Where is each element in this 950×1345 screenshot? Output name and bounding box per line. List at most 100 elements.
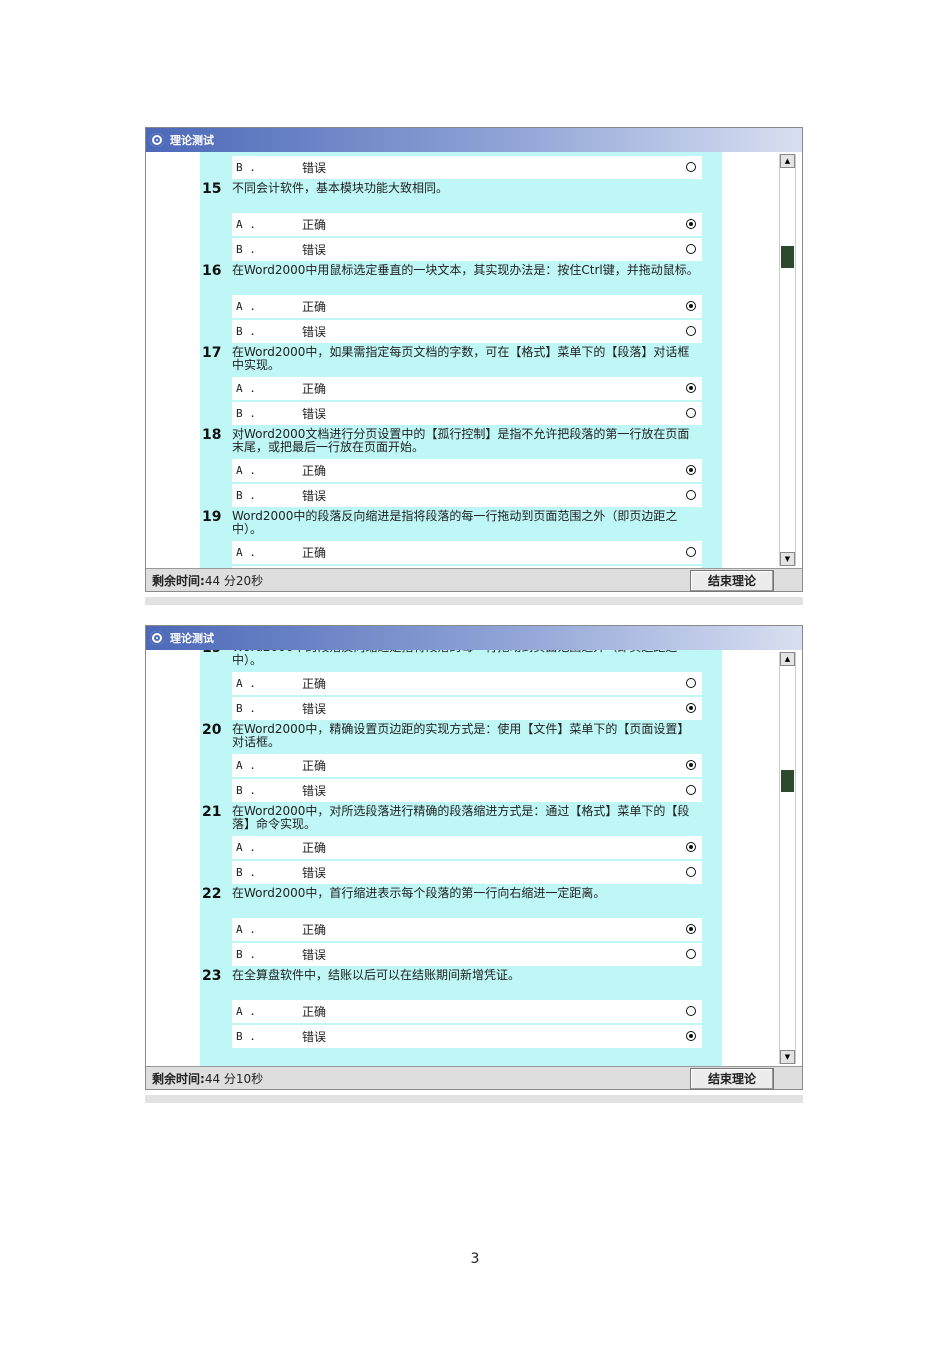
radio-option-b[interactable] <box>686 785 696 795</box>
question-list-area: 19 Word2000中的段落反向缩进是指将段落的每一行拖动到页面范围之外（即页边… <box>146 650 802 1066</box>
option-letter: B . <box>236 489 256 502</box>
radio-option-b[interactable] <box>686 326 696 336</box>
window-title: 理论测试 <box>170 632 214 645</box>
option-text: 正确 <box>302 923 327 937</box>
window-shadow <box>145 597 803 605</box>
option-text: 正确 <box>302 841 327 855</box>
option-row[interactable]: B . 错误 <box>232 697 702 720</box>
question-text: 不同会计软件，基本模块功能大致相同。 <box>232 181 449 195</box>
radio-option-b[interactable] <box>686 244 696 254</box>
option-row[interactable]: A . 正确 <box>232 213 702 236</box>
option-row[interactable]: A . 正确 <box>232 295 702 318</box>
option-text: 错误 <box>302 948 327 962</box>
status-bar: 剩余时间:44 分10秒 结束理论 <box>146 1066 802 1090</box>
radio-option-b[interactable] <box>686 1031 696 1041</box>
option-letter: B . <box>236 948 256 961</box>
question-item: 15 不同会计软件，基本模块功能大致相同。 A . 正确 B . 错误 <box>146 179 776 261</box>
question-header: Word2000中的段落反向缩进是指将段落的每一行拖动到页面范围之外（即页边距之… <box>200 507 722 539</box>
scroll-down-button[interactable]: ▼ <box>780 552 795 566</box>
option-row[interactable]: B . 错误 <box>232 861 702 884</box>
option-letter: B . <box>236 161 256 174</box>
option-letter: A . <box>236 841 256 854</box>
page-number: 3 <box>470 1251 480 1267</box>
option-row[interactable]: A . 正确 <box>232 836 702 859</box>
option-text: 正确 <box>302 1005 327 1019</box>
option-row[interactable]: B . 错误 <box>232 1025 702 1048</box>
option-letter: B . <box>236 866 256 879</box>
option-text: 错误 <box>302 407 327 421</box>
scroll-up-button[interactable]: ▲ <box>780 652 795 666</box>
scroll-thumb[interactable] <box>781 246 794 268</box>
radio-option-a[interactable] <box>686 678 696 688</box>
option-row[interactable]: A . 正确 <box>232 459 702 482</box>
radio-option-a[interactable] <box>686 760 696 770</box>
radio-option-a[interactable] <box>686 924 696 934</box>
question-item: 19 Word2000中的段落反向缩进是指将段落的每一行拖动到页面范围之外（即页边… <box>146 650 776 720</box>
option-text: 错误 <box>302 161 327 175</box>
timer-label: 剩余时间: <box>152 574 205 588</box>
radio-option-b[interactable] <box>686 162 696 172</box>
option-letter: A . <box>236 382 256 395</box>
scrollbar[interactable]: ▲ ▼ <box>779 652 796 1064</box>
question-number: 22 <box>202 886 222 902</box>
radio-option-b[interactable] <box>686 703 696 713</box>
question-header: 在Word2000中用鼠标选定垂直的一块文本，其实现办法是：按住Ctrl键，并拖… <box>200 261 722 293</box>
question-item: 17 在Word2000中，如果需指定每页文档的字数，可在【格式】菜单下的【段落】… <box>146 343 776 425</box>
option-letter: A . <box>236 677 256 690</box>
option-letter: B . <box>236 784 256 797</box>
question-text: Word2000中的段落反向缩进是指将段落的每一行拖动到页面范围之外（即页边距之… <box>232 509 678 536</box>
scroll-thumb[interactable] <box>781 770 794 792</box>
question-header: 在全算盘软件中，结账以后可以在结账期间新增凭证。 <box>200 966 722 998</box>
radio-option-b[interactable] <box>686 408 696 418</box>
question-number: 18 <box>202 427 222 443</box>
option-letter: A . <box>236 759 256 772</box>
question-item: 22 在Word2000中，首行缩进表示每个段落的第一行向右缩进一定距离。 A . 正… <box>146 884 776 966</box>
option-text: 正确 <box>302 218 327 232</box>
radio-option-a[interactable] <box>686 465 696 475</box>
question-item: 21 在Word2000中，对所选段落进行精确的段落缩进方式是：通过【格式】菜单下… <box>146 802 776 884</box>
radio-option-a[interactable] <box>686 547 696 557</box>
question-item: 19 Word2000中的段落反向缩进是指将段落的每一行拖动到页面范围之外（即页边… <box>146 507 776 568</box>
option-text: 错误 <box>302 702 327 716</box>
option-letter: B . <box>236 1030 256 1043</box>
option-row[interactable]: B . 错误 <box>232 484 702 507</box>
radio-option-a[interactable] <box>686 219 696 229</box>
scrollbar[interactable]: ▲ ▼ <box>779 154 796 566</box>
option-row[interactable]: A . 正确 <box>232 377 702 400</box>
option-text: 正确 <box>302 382 327 396</box>
question-number: 20 <box>202 722 222 738</box>
end-theory-button[interactable]: 结束理论 <box>690 570 774 592</box>
option-text: 正确 <box>302 300 327 314</box>
radio-option-b[interactable] <box>686 490 696 500</box>
question-number: 21 <box>202 804 222 820</box>
option-row[interactable]: B . 错误 <box>232 238 702 261</box>
question-number: 19 <box>202 650 226 656</box>
option-row[interactable]: B . 错误 <box>232 943 702 966</box>
question-text: 在Word2000中，首行缩进表示每个段落的第一行向右缩进一定距离。 <box>232 886 606 900</box>
radio-option-a[interactable] <box>686 383 696 393</box>
option-text: 错误 <box>302 489 327 503</box>
question-number: 19 <box>202 509 222 525</box>
option-row[interactable]: A . 正确 <box>232 1000 702 1023</box>
radio-option-b[interactable] <box>686 949 696 959</box>
radio-option-b[interactable] <box>686 867 696 877</box>
option-letter: A . <box>236 923 256 936</box>
scroll-down-button[interactable]: ▼ <box>780 1050 795 1064</box>
option-row[interactable]: A . 正确 <box>232 672 702 695</box>
option-row[interactable]: B . 错误 <box>232 779 702 802</box>
option-row[interactable]: A . 正确 <box>232 754 702 777</box>
option-text: 正确 <box>302 464 327 478</box>
question-text: 在Word2000中，对所选段落进行精确的段落缩进方式是：通过【格式】菜单下的【… <box>232 804 690 831</box>
option-row[interactable]: B . 错误 <box>232 402 702 425</box>
radio-option-a[interactable] <box>686 1006 696 1016</box>
radio-option-a[interactable] <box>686 301 696 311</box>
scroll-up-button[interactable]: ▲ <box>780 154 795 168</box>
radio-option-a[interactable] <box>686 842 696 852</box>
option-row[interactable]: B . 错误 <box>232 320 702 343</box>
question-item: 18 对Word2000文档进行分页设置中的【孤行控制】是指不允许把段落的第一行放… <box>146 425 776 507</box>
end-theory-button[interactable]: 结束理论 <box>690 1068 774 1090</box>
option-row[interactable]: A . 正确 <box>232 541 702 564</box>
window-title: 理论测试 <box>170 134 214 147</box>
option-row[interactable]: A . 正确 <box>232 918 702 941</box>
option-row[interactable]: B . 错误 <box>232 156 702 179</box>
